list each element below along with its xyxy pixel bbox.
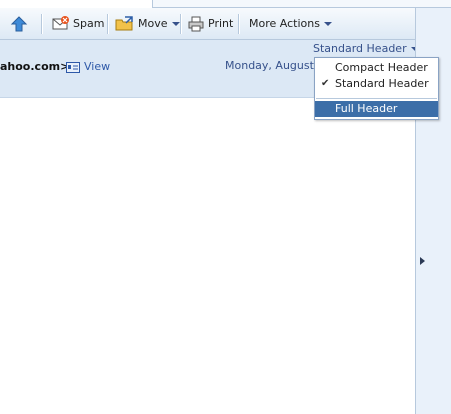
menu-item-label: Full Header — [335, 102, 398, 115]
contact-card-icon — [66, 61, 80, 73]
spam-icon — [52, 15, 69, 29]
message-date: Monday, August 2 — [225, 59, 325, 72]
move-label: Move — [138, 17, 168, 30]
up-arrow-icon — [10, 15, 28, 31]
top-strip-panel — [152, 0, 451, 8]
more-actions-label: More Actions — [249, 17, 320, 30]
toolbar-divider — [238, 14, 240, 34]
spam-button[interactable]: Spam — [52, 8, 104, 39]
print-label: Print — [208, 17, 234, 30]
message-toolbar: Spam Move Print More Actions — [0, 8, 415, 40]
menu-item-label: Standard Header — [335, 77, 429, 90]
header-mode-menu: Compact Header ✔ Standard Header Full He… — [314, 57, 439, 120]
view-contact-link[interactable]: View — [66, 60, 110, 73]
top-strip — [0, 0, 451, 8]
more-actions-button[interactable]: More Actions — [249, 8, 332, 39]
menu-item-standard-header[interactable]: ✔ Standard Header — [315, 76, 438, 92]
sender-email: ahoo.com> — [0, 60, 70, 73]
up-button[interactable] — [10, 8, 28, 39]
toolbar-divider — [180, 14, 182, 34]
header-mode-label: Standard Header — [313, 42, 407, 55]
expand-panel-icon[interactable] — [420, 257, 425, 265]
spam-label: Spam — [73, 17, 105, 30]
move-button[interactable]: Move — [115, 8, 180, 39]
chevron-down-icon — [171, 21, 180, 26]
printer-icon — [188, 16, 204, 31]
menu-item-label: Compact Header — [335, 61, 428, 74]
header-mode-dropdown[interactable]: Standard Header — [313, 42, 419, 55]
print-button[interactable]: Print — [188, 8, 233, 39]
toolbar-divider — [41, 14, 43, 34]
menu-item-full-header[interactable]: Full Header — [315, 101, 438, 117]
checkmark-icon: ✔ — [321, 78, 330, 89]
move-folder-icon — [115, 15, 133, 30]
menu-item-compact-header[interactable]: Compact Header — [315, 60, 438, 76]
view-label: View — [84, 60, 111, 73]
menu-divider — [316, 98, 437, 99]
toolbar-divider — [107, 14, 109, 34]
chevron-down-icon — [323, 21, 332, 26]
